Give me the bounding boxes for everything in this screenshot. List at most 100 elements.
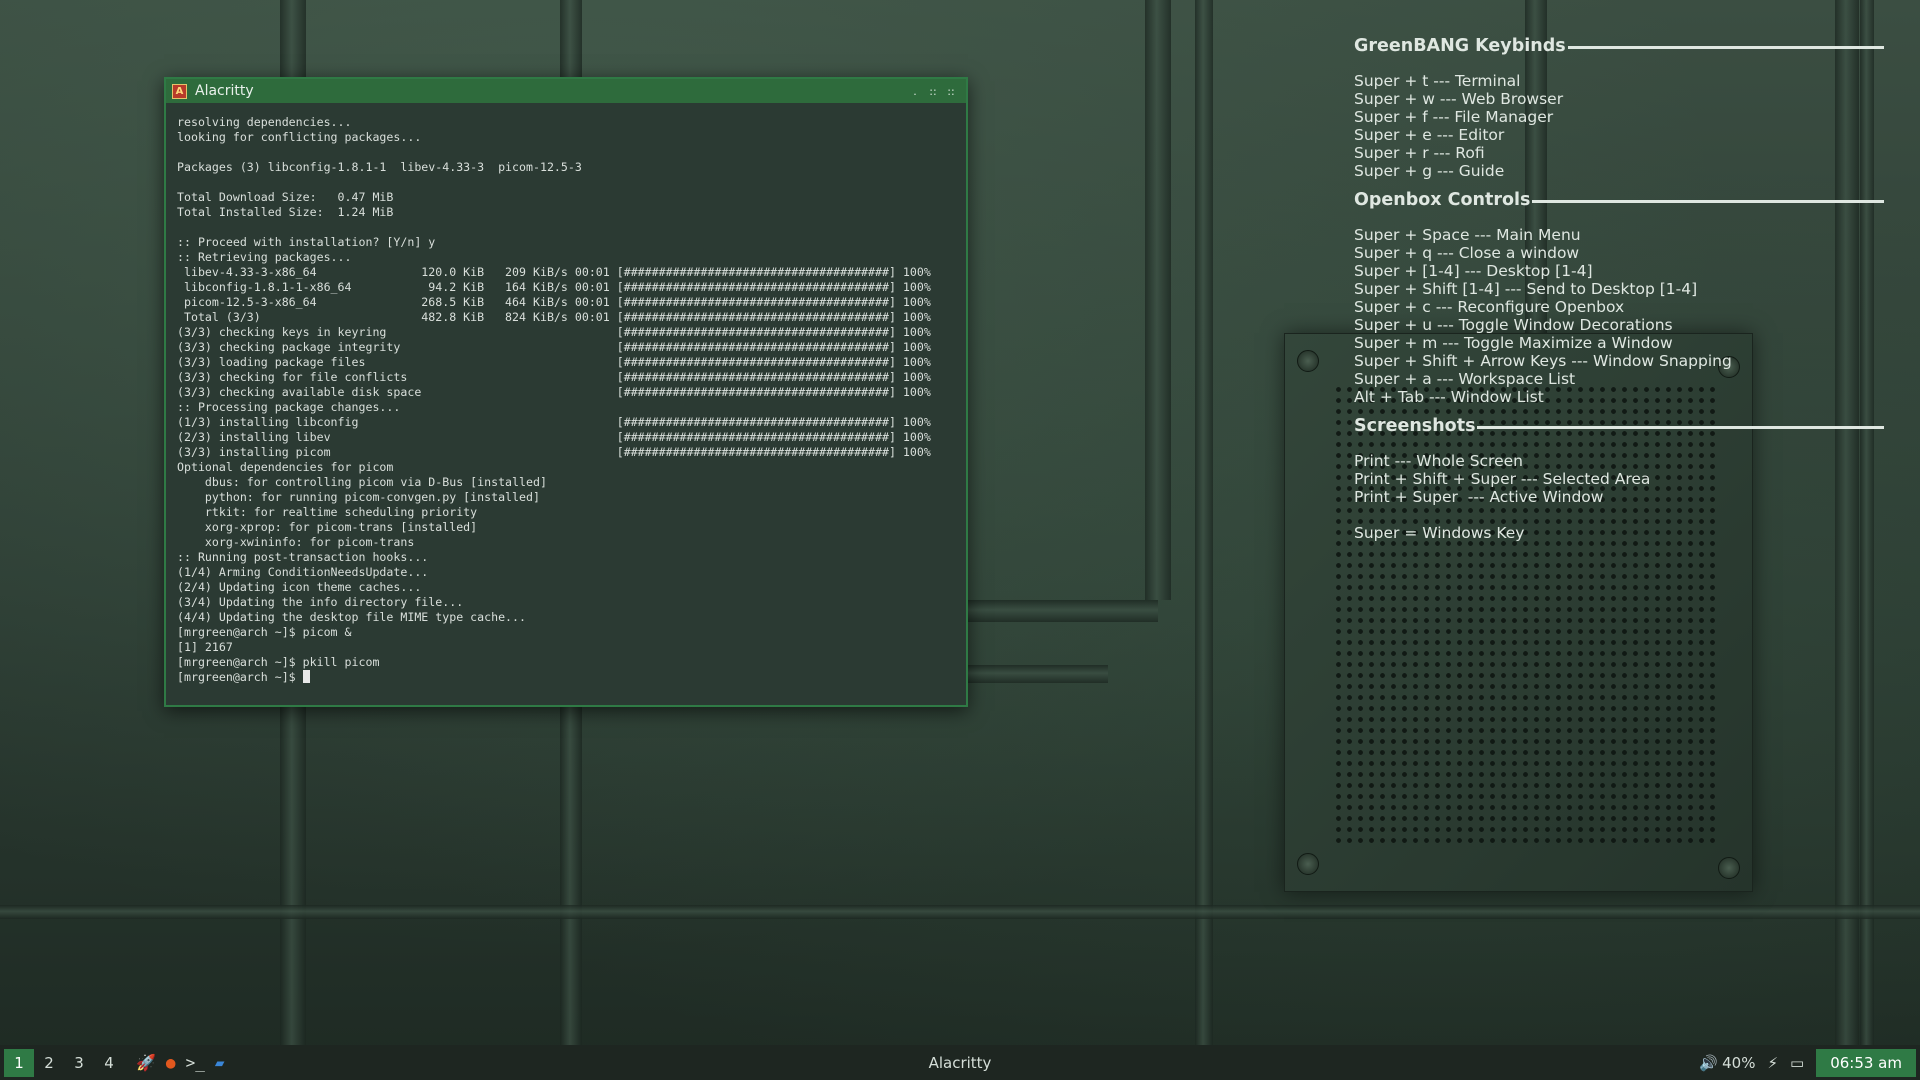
conky-section-header: Screenshots [1354,416,1884,436]
terminal-line: picom-12.5-3-x86_64 268.5 KiB 464 KiB/s … [177,295,931,309]
terminal-line: resolving dependencies... [177,115,352,129]
wallpaper-pipe [1145,0,1171,600]
terminal-line: libconfig-1.8.1-1-x86_64 94.2 KiB 164 Ki… [177,280,931,294]
terminal-line: libev-4.33-3-x86_64 120.0 KiB 209 KiB/s … [177,265,931,279]
conky-section: GreenBANG Keybinds Super + t --- Terminal… [1354,36,1884,180]
keybind-footer: Super = Windows Key [1354,524,1525,542]
wallpaper-pipe [968,665,1108,683]
keybind-line: Super + w --- Web Browser [1354,90,1564,108]
clock[interactable]: 06:53 am [1816,1048,1916,1077]
alacritty-icon: A [172,83,187,99]
terminal-line: rtkit: for realtime scheduling priority [177,505,478,519]
keybind-line: Super + t --- Terminal [1354,72,1521,90]
taskbar-task-alacritty[interactable]: Alacritty [929,1054,992,1072]
keybind-line: Super + q --- Close a window [1354,244,1580,262]
bolt [1297,853,1319,875]
conky-section-title: Openbox Controls [1354,190,1531,210]
keybind-line: Super + Space --- Main Menu [1354,226,1581,244]
terminal-line: :: Retrieving packages... [177,250,352,264]
terminal-line: :: Processing package changes... [177,400,401,414]
keybind-line: Super + e --- Editor [1354,126,1505,144]
keybind-line: Print + Super --- Active Window [1354,488,1604,506]
terminal-line: (4/4) Updating the desktop file MIME typ… [177,610,527,624]
terminal-line: [mrgreen@arch ~]$ pkill picom [177,655,380,669]
conky-keybinds-panel: GreenBANG Keybinds Super + t --- Terminal… [1354,36,1884,552]
wallpaper-pipe [0,905,1920,919]
section-divider [1477,425,1884,429]
conky-section-title: Screenshots [1354,416,1476,436]
terminal-prompt-line[interactable]: [mrgreen@arch ~]$ [177,670,956,685]
terminal-line: Total (3/3) 482.8 KiB 824 KiB/s 00:01 [#… [177,310,931,324]
terminal-window[interactable]: A Alacritty . :: :: resolving dependenci… [164,77,968,707]
volume-control[interactable]: 🔊 40% [1699,1054,1755,1072]
workspace-switcher: 1234 [0,1048,124,1077]
iconify-button[interactable]: . [906,85,924,98]
conky-section-header: Openbox Controls [1354,190,1884,210]
terminal-icon[interactable]: >_ [186,1053,205,1072]
terminal-line: (3/3) checking package integrity [######… [177,340,931,354]
terminal-line: looking for conflicting packages... [177,130,422,144]
terminal-line: [1] 2167 [177,640,233,654]
section-divider [1532,199,1884,203]
terminal-line: :: Proceed with installation? [Y/n] y [177,235,436,249]
terminal-line: (1/4) Arming ConditionNeedsUpdate... [177,565,429,579]
keybind-line: Super + u --- Toggle Window Decorations [1354,316,1673,334]
wallpaper-pipe [968,600,1158,622]
power-icon[interactable]: ⚡ [1767,1054,1778,1072]
terminal-line: (3/3) checking keys in keyring [########… [177,325,931,339]
volume-level: 40% [1722,1053,1756,1072]
terminal-line: python: for running picom-convgen.py [in… [177,490,540,504]
conky-section-title: GreenBANG Keybinds [1354,36,1566,56]
terminal-line: (3/3) installing picom [################… [177,445,931,459]
keybind-line: Print --- Whole Screen [1354,452,1523,470]
terminal-cursor [302,670,310,683]
bolt [1718,857,1740,879]
shell-prompt: [mrgreen@arch ~]$ [177,670,303,684]
keybind-line: Super + m --- Toggle Maximize a Window [1354,334,1673,352]
keybind-line: Super + f --- File Manager [1354,108,1554,126]
workspace-4-button[interactable]: 4 [94,1049,124,1077]
rocket-launcher-icon[interactable]: 🚀 [136,1053,156,1072]
workspace-2-button[interactable]: 2 [34,1049,64,1077]
conky-section-header: GreenBANG Keybinds [1354,36,1884,56]
maximize-button[interactable]: :: [924,85,942,98]
launcher-bar: 🚀 ● >_ ▰ [136,1053,224,1072]
firefox-icon[interactable]: ● [166,1053,176,1072]
window-titlebar[interactable]: A Alacritty . :: :: [166,79,966,103]
conky-section: Screenshots Print --- Whole Screen Print +… [1354,416,1884,542]
terminal-line: (2/3) installing libev [################… [177,430,931,444]
terminal-line: (1/3) installing libconfig [############… [177,415,931,429]
section-divider [1567,45,1884,49]
display-icon[interactable]: ▭ [1790,1054,1804,1072]
terminal-line: :: Running post-transaction hooks... [177,550,429,564]
workspace-1-button[interactable]: 1 [4,1048,34,1077]
keybind-line: Super + a --- Workspace List [1354,370,1576,388]
keybind-line: Print + Shift + Super --- Selected Area [1354,470,1651,488]
terminal-line: (2/4) Updating icon theme caches... [177,580,422,594]
terminal-line: xorg-xprop: for picom-trans [installed] [177,520,478,534]
keybind-line: Super + Shift [1-4] --- Send to Desktop … [1354,280,1698,298]
keybind-line: Super + Shift + Arrow Keys --- Window Sn… [1354,352,1732,370]
terminal-line: dbus: for controlling picom via D-Bus [i… [177,475,547,489]
terminal-output[interactable]: resolving dependencies... looking for con… [166,103,966,685]
terminal-line: Total Installed Size: 1.24 MiB [177,205,394,219]
workspace-3-button[interactable]: 3 [64,1049,94,1077]
wallpaper-pipe [1195,0,1213,1045]
keybind-line: Super + c --- Reconfigure Openbox [1354,298,1625,316]
keybind-line: Super + g --- Guide [1354,162,1505,180]
terminal-line: (3/3) checking for file conflicts [#####… [177,370,931,384]
terminal-line: Optional dependencies for picom [177,460,394,474]
keybind-line: Alt + Tab --- Window List [1354,388,1544,406]
keybind-line: Super + r --- Rofi [1354,144,1485,162]
terminal-line: Packages (3) libconfig-1.8.1-1 libev-4.3… [177,160,582,174]
window-title: Alacritty [195,83,254,99]
bolt [1297,350,1319,372]
close-button[interactable]: :: [942,85,960,98]
terminal-line: xorg-xwininfo: for picom-trans [177,535,415,549]
folder-icon[interactable]: ▰ [215,1053,225,1072]
keybind-line: Super + [1-4] --- Desktop [1-4] [1354,262,1593,280]
taskbar: 1234 🚀 ● >_ ▰ Alacritty 🔊 40% ⚡ ▭ 06:53 am [0,1045,1920,1080]
